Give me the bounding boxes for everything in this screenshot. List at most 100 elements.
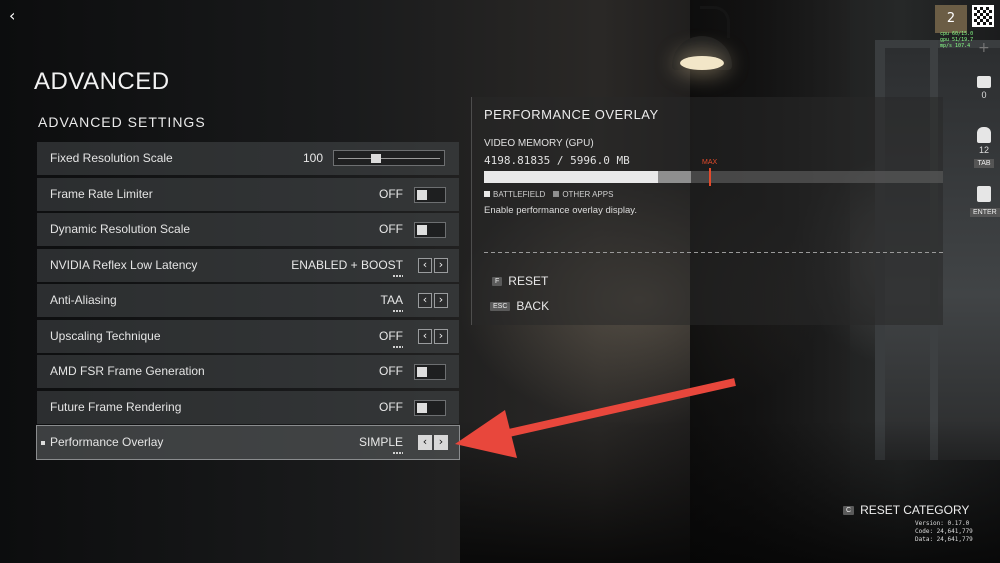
next-option-button[interactable]: › (434, 257, 448, 273)
battlefield-usage-fill (484, 171, 659, 183)
memory-legend: BATTLEFIELD OTHER APPS (484, 190, 613, 199)
max-marker (708, 168, 711, 186)
friends-icon (977, 186, 991, 202)
friends-button[interactable]: ENTER (970, 186, 1000, 217)
setting-value: OFF (379, 399, 403, 414)
reset-button[interactable]: F RESET (492, 274, 548, 288)
setting-label: Frame Rate Limiter (50, 186, 153, 201)
previous-option-button[interactable]: ‹ (418, 293, 432, 308)
setting-value: TAA (380, 293, 403, 307)
option-dots (393, 345, 403, 348)
option-selector: ‹ › (418, 328, 448, 344)
qr-code-icon (972, 5, 994, 27)
option-selector: ‹ › (418, 293, 448, 308)
next-option-button[interactable]: › (434, 293, 448, 308)
video-memory-value: 4198.81835 / 5996.0 MB (484, 154, 630, 167)
next-option-button[interactable]: › (434, 435, 448, 450)
setting-value: OFF (379, 328, 403, 343)
setting-row[interactable]: Upscaling Technique OFF ‹ › (37, 319, 459, 353)
setting-value: OFF (379, 222, 403, 236)
player-avatar[interactable]: 2 (935, 5, 967, 33)
option-selector: ‹ › (418, 435, 448, 450)
legend-swatch-battlefield (484, 191, 490, 197)
plus-icon[interactable]: + (978, 40, 990, 56)
back-button[interactable]: ESC BACK (490, 299, 549, 313)
reset-category-label: RESET CATEGORY (860, 503, 970, 517)
setting-row[interactable]: Dynamic Resolution Scale OFF (37, 213, 459, 246)
legend-other-apps: OTHER APPS (553, 190, 613, 199)
toggle-switch[interactable] (414, 364, 446, 380)
setting-value: OFF (379, 364, 403, 378)
data-line: Data: 24,641,779 (915, 536, 973, 543)
mail-count: 0 (981, 90, 987, 100)
setting-row[interactable]: NVIDIA Reflex Low Latency ENABLED + BOOST… (37, 248, 459, 282)
max-label: MAX (702, 159, 718, 166)
fps-line-mps: mp/s 107.4 (940, 43, 971, 49)
squad-icon (977, 127, 991, 143)
setting-label: Anti-Aliasing (50, 293, 117, 307)
background-lamp-light (680, 56, 724, 70)
toggle-knob (417, 402, 427, 413)
back-key-hint: ESC (490, 301, 511, 311)
squad-key-hint: TAB (974, 159, 994, 168)
squad-count: 12 (978, 145, 989, 155)
background-lamp-arm (700, 6, 730, 38)
slider-thumb[interactable] (370, 154, 381, 163)
video-memory-bar (484, 168, 943, 186)
toggle-knob (417, 367, 427, 377)
setting-row[interactable]: Future Frame Rendering OFF (37, 390, 459, 424)
video-memory-label: VIDEO MEMORY (GPU) (484, 138, 594, 149)
selection-marker (41, 441, 45, 445)
legend-other-apps-label: OTHER APPS (562, 190, 614, 199)
setting-row[interactable]: Performance Overlay SIMPLE ‹ › (36, 425, 460, 460)
setting-value: SIMPLE (358, 435, 403, 449)
previous-option-button[interactable]: ‹ (418, 257, 432, 273)
setting-label: Upscaling Technique (50, 328, 161, 343)
info-panel-title: PERFORMANCE OVERLAY (484, 107, 659, 122)
reset-category-button[interactable]: C RESET CATEGORY (843, 503, 969, 517)
toggle-switch[interactable] (414, 399, 446, 416)
option-dots (393, 310, 403, 312)
setting-row[interactable]: Frame Rate Limiter OFF (37, 177, 459, 211)
page-title: ADVANCED (34, 68, 170, 95)
option-dots (393, 452, 403, 454)
slider-track (338, 158, 440, 159)
toggle-switch[interactable] (414, 222, 446, 238)
previous-option-button[interactable]: ‹ (418, 328, 432, 344)
reset-key-hint: F (492, 276, 503, 286)
slider-value: 100 (302, 151, 323, 165)
other-apps-usage-fill (658, 171, 691, 183)
panel-divider (484, 252, 943, 253)
setting-row[interactable]: Anti-Aliasing TAA ‹ › (37, 284, 459, 317)
mail-button[interactable]: 0 (970, 76, 998, 100)
previous-option-button[interactable]: ‹ (418, 435, 432, 450)
back-label: BACK (516, 299, 550, 313)
setting-row[interactable]: AMD FSR Frame Generation OFF (37, 355, 459, 388)
back-arrow-icon[interactable]: ‹ (9, 8, 25, 24)
toggle-switch[interactable] (414, 186, 446, 203)
setting-row[interactable]: Fixed Resolution Scale 100 (37, 142, 459, 175)
toggle-knob (417, 189, 427, 200)
mail-icon (977, 76, 991, 88)
legend-battlefield: BATTLEFIELD (484, 190, 545, 199)
version-line: Version: 0.17.0 (915, 520, 970, 527)
setting-label: NVIDIA Reflex Low Latency (50, 257, 198, 272)
option-selector: ‹ › (418, 257, 448, 273)
setting-label: Fixed Resolution Scale (50, 151, 173, 165)
setting-value: ENABLED + BOOST (291, 257, 403, 272)
reset-label: RESET (508, 274, 549, 288)
setting-label: Dynamic Resolution Scale (50, 222, 191, 236)
fps-readout: cpu 60/15.0 gpu 51/19.7 mp/s 107.4 (940, 31, 973, 49)
code-line: Code: 24,641,779 (915, 528, 973, 535)
setting-description: Enable performance overlay display. (484, 205, 637, 216)
resolution-slider[interactable] (333, 150, 445, 166)
option-dots (393, 274, 403, 277)
enter-key-hint: ENTER (970, 208, 1000, 217)
legend-swatch-other-apps (553, 191, 560, 197)
legend-battlefield-label: BATTLEFIELD (493, 190, 546, 199)
section-title: ADVANCED SETTINGS (38, 114, 206, 130)
setting-value: OFF (379, 186, 403, 201)
squad-button[interactable]: 12 TAB (970, 127, 998, 168)
setting-label: AMD FSR Frame Generation (50, 364, 205, 378)
next-option-button[interactable]: › (434, 328, 448, 344)
